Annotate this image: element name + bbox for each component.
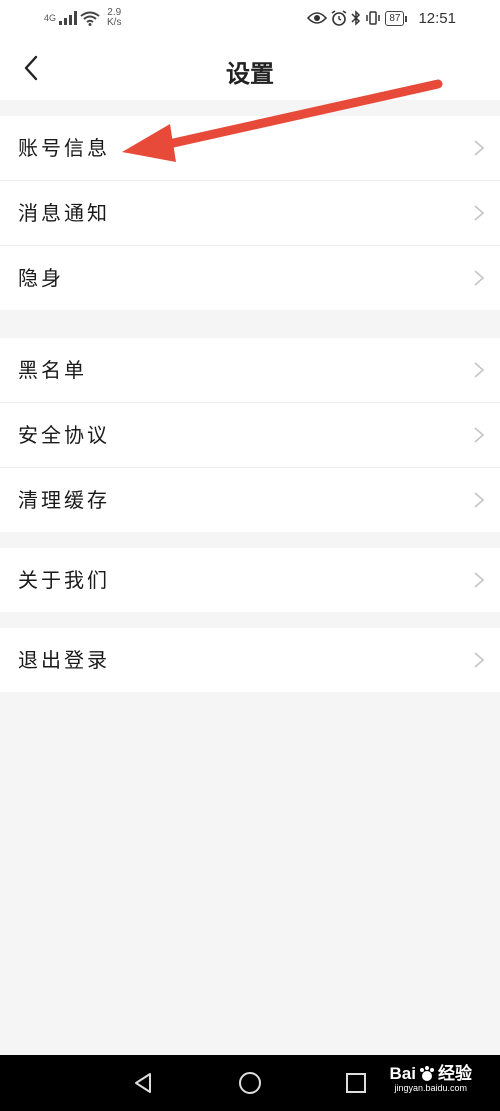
chevron-right-icon <box>474 205 485 221</box>
chevron-right-icon <box>474 140 485 156</box>
chevron-right-icon <box>474 492 485 508</box>
alarm-icon <box>331 10 347 26</box>
clock: 12:51 <box>418 9 456 27</box>
settings-item-label: 账号信息 <box>18 136 110 160</box>
recents-square-icon[interactable] <box>342 1069 370 1097</box>
status-bar: 4G 2.9 K/s 87 12:51 <box>0 0 500 36</box>
wifi-icon <box>80 11 100 26</box>
watermark-brand-cn: 经验 <box>438 1064 472 1083</box>
eye-icon <box>307 12 328 24</box>
system-nav-bar: Bai 经验 jingyan.baidu.com <box>0 1055 500 1111</box>
home-circle-icon[interactable] <box>236 1069 264 1097</box>
settings-item-invisible[interactable]: 隐身 <box>0 246 500 310</box>
chevron-right-icon <box>474 652 485 668</box>
settings-item-account-info[interactable]: 账号信息 <box>0 116 500 181</box>
settings-item-label: 清理缓存 <box>18 488 110 512</box>
chevron-right-icon <box>474 362 485 378</box>
status-right: 87 12:51 <box>307 8 456 28</box>
settings-group-account: 账号信息 消息通知 隐身 <box>0 116 500 310</box>
settings-item-clear-cache[interactable]: 清理缓存 <box>0 468 500 532</box>
settings-item-label: 关于我们 <box>18 568 110 592</box>
baidu-jingyan-watermark: Bai 经验 jingyan.baidu.com <box>390 1065 472 1094</box>
settings-group-about: 关于我们 <box>0 548 500 612</box>
network-type: 4G <box>44 12 57 23</box>
signal-icon <box>59 11 78 25</box>
chevron-right-icon <box>474 427 485 443</box>
status-left: 4G 2.9 K/s <box>44 6 121 30</box>
settings-item-about-us[interactable]: 关于我们 <box>0 548 500 612</box>
chevron-right-icon <box>474 270 485 286</box>
back-triangle-icon[interactable] <box>130 1069 158 1097</box>
settings-item-label: 退出登录 <box>18 648 110 672</box>
page-title: 设置 <box>226 59 274 88</box>
settings-item-blacklist[interactable]: 黑名单 <box>0 338 500 403</box>
settings-item-label: 安全协议 <box>18 423 110 447</box>
speed-unit: K/s <box>107 17 122 28</box>
settings-item-label: 黑名单 <box>18 358 87 382</box>
watermark-brand: Bai <box>389 1064 416 1083</box>
paw-logo-icon <box>420 1066 434 1081</box>
settings-item-label: 隐身 <box>18 266 64 290</box>
settings-group-privacy: 黑名单 安全协议 清理缓存 <box>0 338 500 532</box>
chevron-right-icon <box>474 572 485 588</box>
bluetooth-icon <box>351 10 361 26</box>
battery-indicator: 87 <box>385 10 408 26</box>
network-speed: 2.9 K/s <box>107 8 121 28</box>
settings-item-logout[interactable]: 退出登录 <box>0 628 500 692</box>
vibrate-icon <box>366 11 381 25</box>
settings-group-logout: 退出登录 <box>0 628 500 692</box>
watermark-url: jingyan.baidu.com <box>394 1083 468 1093</box>
settings-item-label: 消息通知 <box>18 201 110 225</box>
settings-item-security-agreement[interactable]: 安全协议 <box>0 403 500 468</box>
header: 设置 <box>0 36 500 100</box>
settings-item-notifications[interactable]: 消息通知 <box>0 181 500 246</box>
